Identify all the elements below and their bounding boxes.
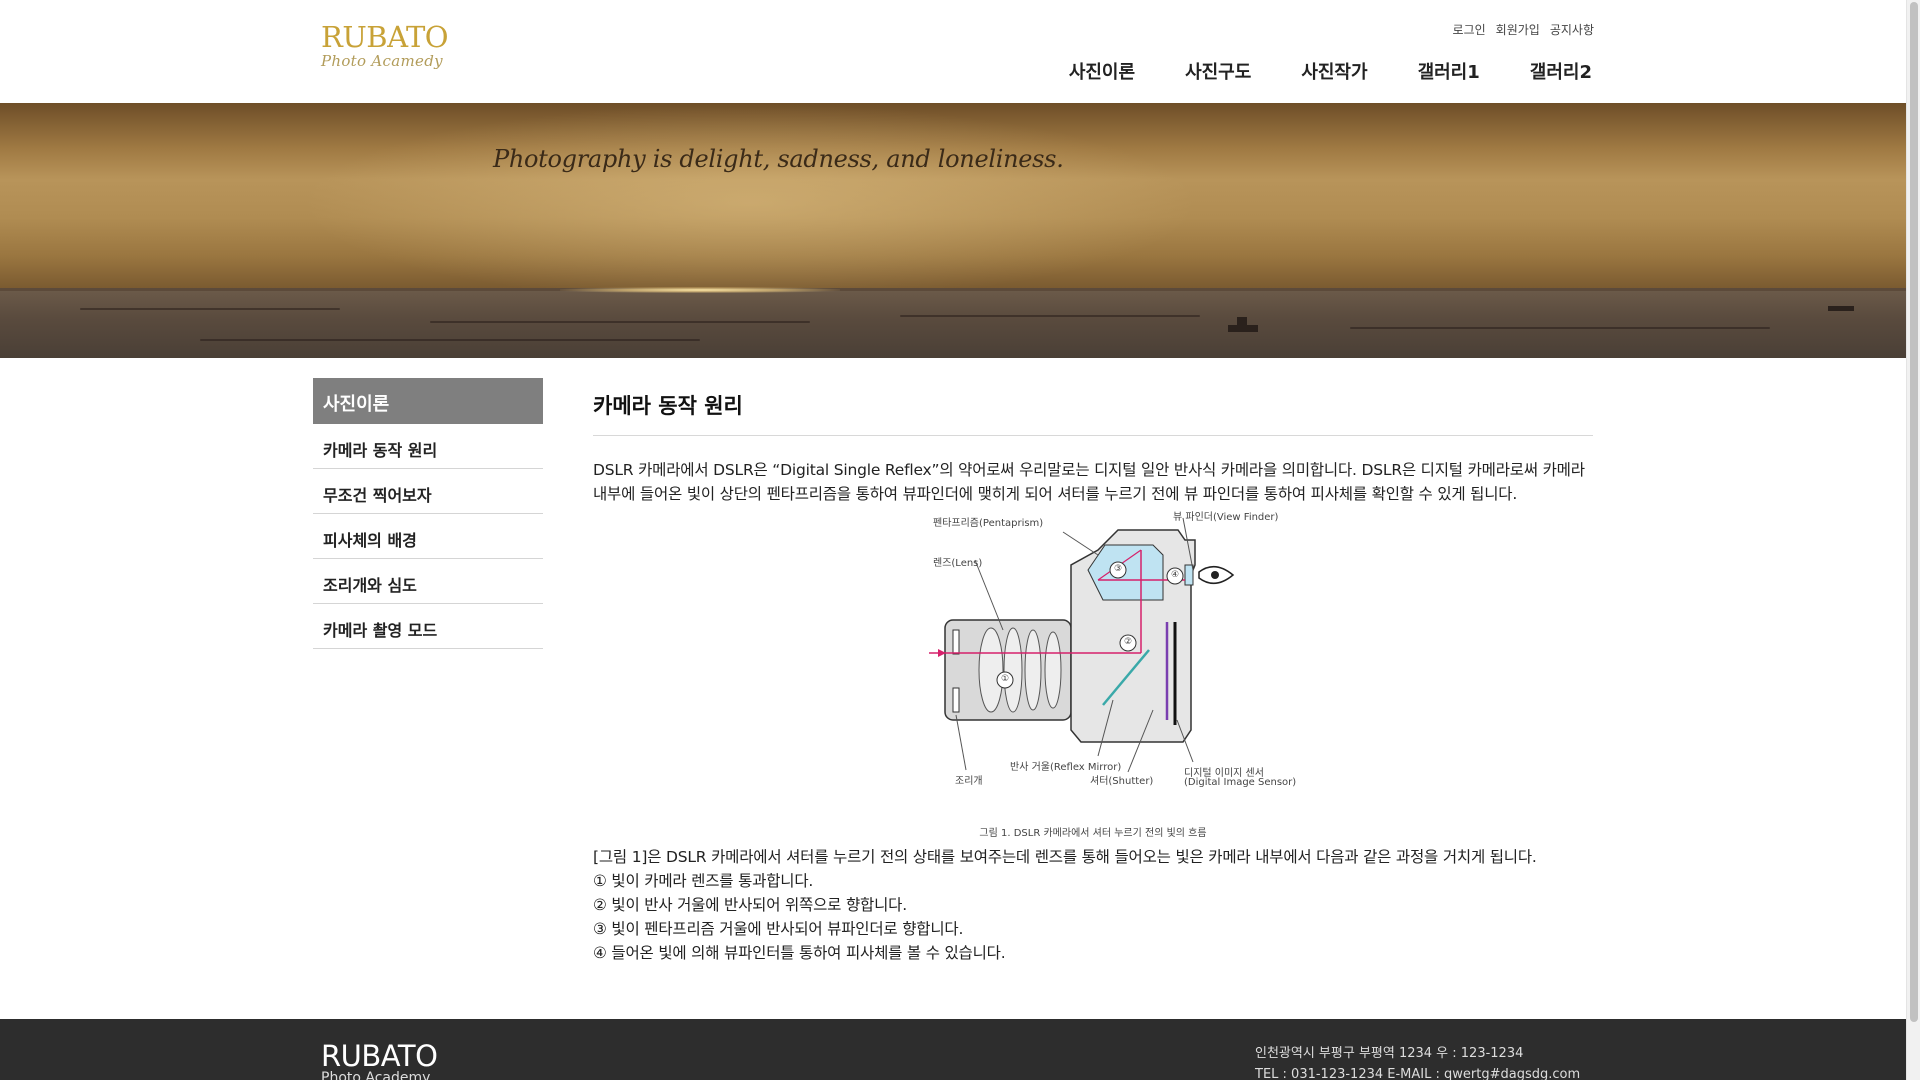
sidebar-item-just-shoot[interactable]: 무조건 찍어보자 [313,469,543,514]
sidebar-item-subject-background[interactable]: 피사체의 배경 [313,514,543,559]
nav-photographers[interactable]: 사진작가 [1301,58,1367,84]
banner-quote: Photography is delight, sadness, and lon… [493,145,1064,173]
aperture-blade-top [952,629,960,655]
label-shutter: 셔터(Shutter) [1090,776,1154,787]
footer-logo: RUBATO [321,1039,438,1073]
sidebar-title: 사진이론 [313,378,543,424]
footer-address-block: 인천광역시 부평구 부평역 1234 우 : 123-1234 TEL : 03… [1255,1043,1580,1080]
label-aperture: 조리개 [955,776,983,787]
page-title: 카메라 동작 원리 [593,378,1593,436]
leader-pentaprism [1062,531,1099,556]
banner-sky-glow [300,103,1200,303]
scrollbar-thumb[interactable] [1910,2,1918,1022]
footer-address: 인천광역시 부평구 부평역 1234 우 : 123-1234 [1255,1046,1524,1061]
marker-4: ④ [1171,570,1180,580]
banner-boat-cabin [1237,317,1247,325]
banner-wave [1350,327,1770,329]
banner-boat [1228,325,1258,332]
label-sensor-en: (Digital Image Sensor) [1184,777,1297,788]
steps-intro: [그림 1]은 DSLR 카메라에서 셔터를 누르기 전의 상태를 보여주는데 … [593,848,1537,866]
eye-pupil [1211,571,1219,579]
sidebar-item-shooting-modes[interactable]: 카메라 촬영 모드 [313,604,543,649]
sidebar-item-camera-principle[interactable]: 카메라 동작 원리 [313,424,543,469]
step-item: ④ 들어온 빛에 의해 뷰파인터틀 통하여 피사체를 볼 수 있습니다. [593,944,1006,962]
hero-banner: Photography is delight, sadness, and lon… [0,103,1906,358]
banner-sun-reflection [560,287,840,293]
sidebar-item-aperture-depth[interactable]: 조리개와 심도 [313,559,543,604]
step-item: ② 빛이 반사 거울에 반사되어 위쪽으로 향합니다. [593,896,907,914]
step-item: ③ 빛이 펜타프리즘 거울에 반사되어 뷰파인더로 향합니다. [593,920,964,938]
site-header: RUBATO Photo Acamedy 로그인 회원가입 공지사항 사진이론 … [0,0,1906,103]
marker-3: ③ [1114,564,1123,574]
sidebar: 사진이론 카메라 동작 원리 무조건 찍어보자 피사체의 배경 조리개와 심도 … [313,378,543,649]
marker-1: ① [1001,674,1010,684]
page-scrollbar[interactable] [1906,0,1920,1080]
logo-main: RUBATO [321,20,449,54]
steps-list: [그림 1]은 DSLR 카메라에서 셔터를 누르기 전의 상태를 보여주는데 … [593,845,1593,965]
notice-link[interactable]: 공지사항 [1550,21,1594,38]
intro-paragraph: DSLR 카메라에서 DSLR은 “Digital Single Reflex”… [593,461,1585,503]
lens-element [1003,627,1023,713]
banner-wave [900,315,1200,317]
label-pentaprism: 펜타프리즘(Pentaprism) [933,518,1044,529]
nav-gallery-1[interactable]: 갤러리1 [1418,58,1480,84]
aperture-blade-bottom [952,687,960,713]
label-viewfinder: 뷰 파인더(View Finder) [1173,512,1279,523]
viewfinder-window [1184,564,1194,586]
nav-photo-theory[interactable]: 사진이론 [1069,58,1135,84]
lens-element [978,627,1004,713]
lens-element [1044,631,1062,709]
banner-wave [200,339,700,341]
login-link[interactable]: 로그인 [1453,21,1486,38]
banner-wave [430,321,810,323]
banner-sea [0,291,1906,358]
nav-gallery-2[interactable]: 갤러리2 [1530,58,1592,84]
logo-sub: Photo Acamedy [321,52,443,70]
banner-boat [1828,306,1854,311]
label-reflex-mirror: 반사 거울(Reflex Mirror) [1010,762,1122,773]
signup-link[interactable]: 회원가입 [1496,21,1540,38]
nav-composition[interactable]: 사진구도 [1185,58,1251,84]
marker-2: ② [1124,637,1133,647]
figure-caption: 그림 1. DSLR 카메라에서 셔터 누르기 전의 빛의 흐름 [979,828,1207,839]
utility-nav: 로그인 회원가입 공지사항 [1453,21,1594,38]
lens-element [1024,629,1042,711]
footer-contact: TEL : 031-123-1234 E-MAIL : qwertg#dagsd… [1255,1067,1581,1080]
main-content: 카메라 동작 원리 DSLR 카메라에서 DSLR은 “Digital Sing… [593,378,1593,965]
dslr-diagram: 펜타프리즘(Pentaprism) 뷰 파인더(View Finder) 렌즈(… [593,510,1593,845]
banner-wave [80,308,340,310]
footer-logo-sub: Photo Academy [321,1070,431,1080]
site-footer: RUBATO Photo Academy 인천광역시 부평구 부평역 1234 … [0,1019,1906,1080]
leader-aperture [955,714,967,771]
site-logo[interactable]: RUBATO Photo Acamedy [321,22,451,74]
main-nav: 사진이론 사진구도 사진작가 갤러리1 갤러리2 [1069,58,1592,84]
step-item: ① 빛이 카메라 렌즈를 통과합니다. [593,872,814,890]
label-lens: 렌즈(Lens) [933,558,983,569]
